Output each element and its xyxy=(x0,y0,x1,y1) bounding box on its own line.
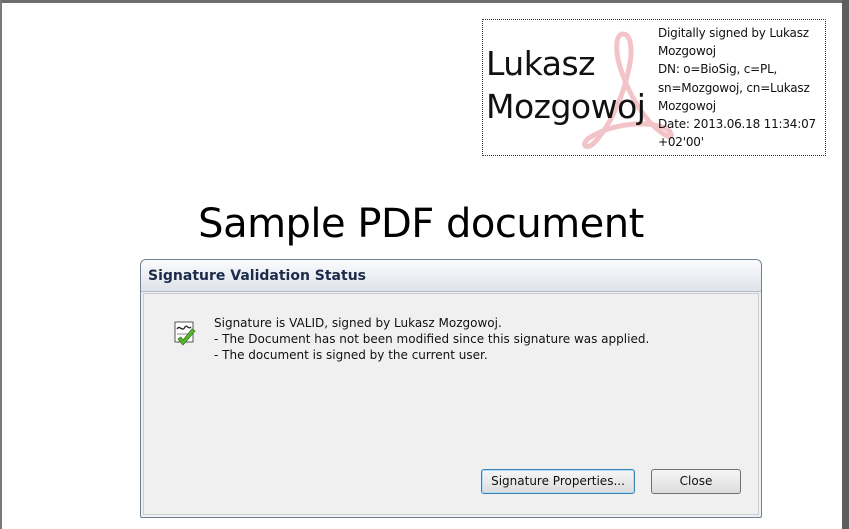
viewer-frame-right xyxy=(842,0,849,529)
dialog-titlebar[interactable]: Signature Validation Status xyxy=(141,260,761,292)
signature-details: Digitally signed by Lukasz Mozgowoj DN: … xyxy=(658,24,825,151)
signature-detail-line: DN: o=BioSig, c=PL, xyxy=(658,62,778,77)
validation-message-line: - The Document has not been modified sin… xyxy=(214,332,650,346)
viewer-frame-top xyxy=(0,0,849,3)
signature-detail-line: Digitally signed by Lukasz xyxy=(658,26,809,40)
viewer-frame-left xyxy=(0,0,2,529)
document-title: Sample PDF document xyxy=(198,201,644,247)
signature-validation-dialog: Signature Validation Status Signature is… xyxy=(140,259,762,518)
digital-signature-field[interactable]: Lukasz Mozgowoj Digitally signed by Luka… xyxy=(482,19,826,156)
dialog-title: Signature Validation Status xyxy=(148,268,366,284)
signer-name: Lukasz Mozgowoj xyxy=(486,42,656,128)
signature-valid-icon xyxy=(174,321,196,346)
signer-name-line2: Mozgowoj xyxy=(486,87,646,126)
close-button[interactable]: Close xyxy=(651,469,741,494)
validation-message-line: - The document is signed by the current … xyxy=(214,348,488,362)
validation-message: Signature is VALID, signed by Lukasz Moz… xyxy=(214,315,734,363)
signature-detail-line: Mozgowoj xyxy=(658,44,716,59)
signature-detail-line: +02'00' xyxy=(658,135,704,150)
signature-detail-line: Mozgowoj xyxy=(658,98,716,113)
signature-detail-line: Date: 2013.06.18 11:34:07 xyxy=(658,117,816,132)
dialog-body: Signature is VALID, signed by Lukasz Moz… xyxy=(143,293,759,515)
signature-properties-button[interactable]: Signature Properties... xyxy=(481,469,635,494)
signer-name-line1: Lukasz xyxy=(486,44,596,83)
signature-detail-line: sn=Mozgowoj, cn=Lukasz xyxy=(658,80,810,95)
validation-message-line: Signature is VALID, signed by Lukasz Moz… xyxy=(214,316,502,330)
